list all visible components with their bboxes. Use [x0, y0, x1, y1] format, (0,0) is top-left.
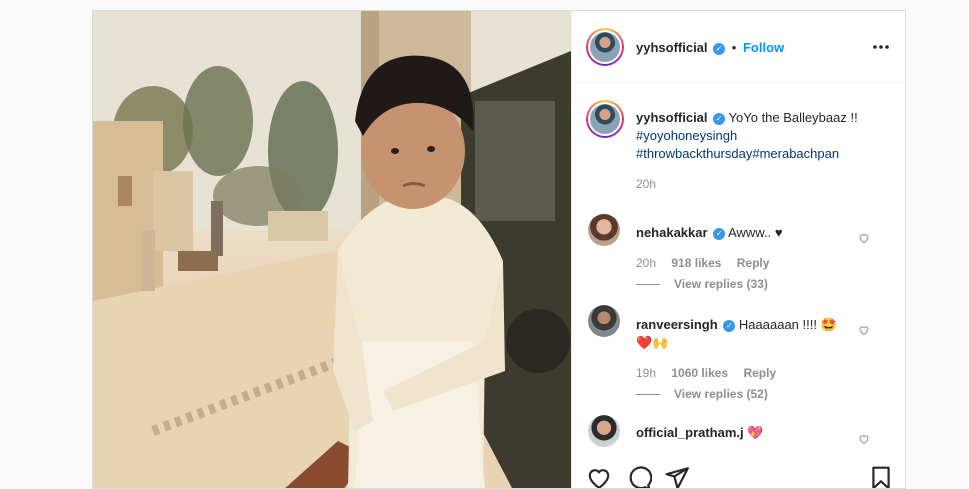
header-author-line: yyhsofficial ✓ • Follow: [636, 40, 784, 55]
comment-text-2: ❤️🙌: [636, 335, 669, 350]
header-username[interactable]: yyhsofficial: [636, 40, 708, 55]
comment-meta: 20h 918 likes Reply: [636, 256, 769, 270]
replies-divider: [636, 284, 660, 286]
header-dot: •: [731, 40, 737, 55]
comment-username[interactable]: ranveersingh: [636, 317, 718, 332]
comment-text: 💖: [747, 425, 764, 440]
reply-button[interactable]: Reply: [737, 256, 770, 270]
comment-bubble-icon[interactable]: [626, 465, 652, 489]
commenter-avatar[interactable]: [588, 305, 620, 337]
comment-line: ranveersingh ✓ Haaaaaan !!!! 🤩 ❤️🙌: [636, 316, 837, 352]
hashtag-link[interactable]: #yoyohoneysingh: [636, 128, 737, 143]
hashtag-link[interactable]: #throwbackthursday#merabachpan: [636, 146, 839, 161]
caption: yyhsofficial ✓ YoYo the Balleybaaz !! #y…: [636, 109, 886, 163]
follow-button[interactable]: Follow: [743, 40, 784, 55]
view-replies-label[interactable]: View replies (52): [674, 387, 768, 401]
comment-text: Haaaaaan !!!! 🤩: [738, 317, 837, 332]
post-header: yyhsofficial ✓ • Follow: [572, 11, 905, 83]
comment-time: 20h: [636, 256, 657, 270]
save-bookmark-icon[interactable]: [868, 465, 894, 489]
like-comment-heart-icon[interactable]: [858, 324, 870, 336]
view-replies-label[interactable]: View replies (33): [674, 277, 768, 291]
view-replies[interactable]: View replies (33): [636, 277, 768, 291]
comment-line: official_pratham.j 💖: [636, 425, 763, 441]
commenter-avatar[interactable]: [588, 415, 620, 447]
comment-username[interactable]: nehakakkar: [636, 225, 708, 240]
comment-text: Awww.. ♥: [728, 225, 783, 240]
commenter-avatar[interactable]: [588, 214, 620, 246]
comment-line: nehakakkar ✓ Awww.. ♥: [636, 225, 783, 240]
share-paper-plane-icon[interactable]: [664, 465, 690, 489]
comments-panel: yyhsofficial ✓ • Follow yyhsofficial ✓ Y…: [571, 11, 905, 489]
verified-badge-icon: ✓: [713, 227, 726, 240]
post-photo[interactable]: [93, 11, 571, 488]
view-replies[interactable]: View replies (52): [636, 387, 768, 401]
replies-divider: [636, 394, 660, 396]
caption-avatar[interactable]: [586, 100, 624, 138]
caption-username[interactable]: yyhsofficial: [636, 110, 708, 125]
caption-text: YoYo the Balleybaaz !!: [728, 110, 858, 125]
photo-illustration: [93, 11, 571, 488]
author-avatar[interactable]: [586, 28, 624, 66]
reply-button[interactable]: Reply: [743, 366, 776, 380]
like-comment-heart-icon[interactable]: [858, 232, 870, 244]
like-comment-heart-icon[interactable]: [858, 433, 870, 445]
comment-time: 19h: [636, 366, 657, 380]
post-dialog: yyhsofficial ✓ • Follow yyhsofficial ✓ Y…: [92, 10, 906, 489]
comment-likes[interactable]: 918 likes: [671, 256, 721, 270]
comment-meta: 19h 1060 likes Reply: [636, 366, 776, 380]
caption-time: 20h: [636, 177, 657, 191]
verified-badge-icon: ✓: [713, 112, 726, 125]
more-dots-icon[interactable]: [871, 39, 891, 55]
comment-username[interactable]: official_pratham.j: [636, 425, 744, 440]
verified-badge-icon: ✓: [723, 319, 736, 332]
comment-likes[interactable]: 1060 likes: [671, 366, 728, 380]
like-heart-icon[interactable]: [586, 465, 612, 489]
verified-badge-icon: ✓: [713, 42, 726, 55]
